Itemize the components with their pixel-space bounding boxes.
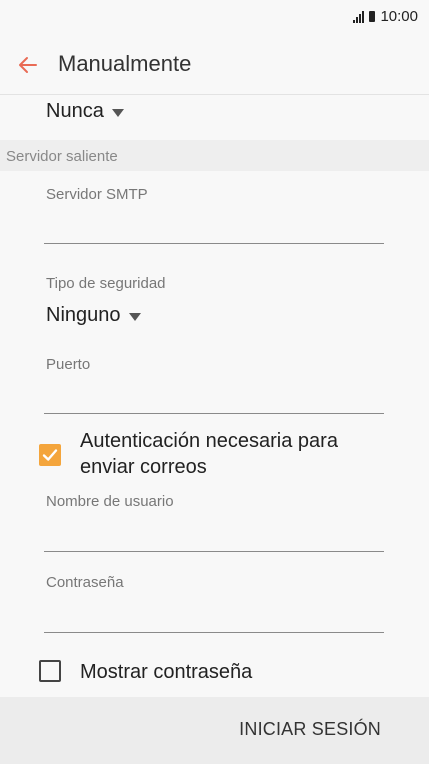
page-title: Manualmente (58, 51, 192, 76)
password-label: Contraseña (46, 574, 124, 591)
caret-down-icon (111, 108, 124, 117)
section-header-label: Servidor saliente (6, 148, 118, 165)
show-password-checkbox[interactable] (39, 660, 61, 682)
battery-icon (369, 11, 376, 22)
bottom-action-bar: INICIAR SESIÓN (0, 697, 429, 764)
security-type-value: Ninguno (46, 304, 121, 326)
username-input[interactable] (44, 523, 384, 552)
auth-required-label-line2: enviar correos (80, 456, 207, 478)
auth-required-label: Autenticación necesaria para enviar corr… (80, 428, 338, 480)
status-time: 10:00 (380, 8, 418, 25)
signal-icon (353, 10, 365, 23)
show-password-label: Mostrar contraseña (80, 661, 253, 683)
smtp-server-label: Servidor SMTP (46, 186, 148, 203)
smtp-server-input[interactable] (44, 215, 384, 244)
port-input[interactable] (44, 385, 384, 414)
username-label: Nombre de usuario (46, 493, 174, 510)
auth-required-label-line1: Autenticación necesaria para (80, 430, 338, 452)
sync-dropdown-value: Nunca (46, 100, 104, 122)
status-right: 10:00 (353, 8, 418, 25)
auth-required-checkbox[interactable] (39, 444, 61, 466)
password-input[interactable] (44, 604, 384, 633)
security-type-label: Tipo de seguridad (46, 275, 166, 292)
port-label: Puerto (46, 356, 91, 373)
caret-down-icon (128, 312, 141, 321)
sync-dropdown[interactable]: Nunca (46, 100, 124, 123)
app-bar-divider (0, 94, 429, 95)
section-header-outgoing: Servidor saliente (0, 140, 429, 171)
sign-in-button[interactable]: INICIAR SESIÓN (239, 719, 381, 740)
security-type-dropdown[interactable]: Ninguno (46, 304, 141, 327)
app-bar: Manualmente (0, 38, 429, 92)
back-arrow-icon[interactable] (16, 53, 40, 77)
status-bar: 10:00 (0, 0, 429, 32)
checkmark-icon (42, 449, 58, 461)
